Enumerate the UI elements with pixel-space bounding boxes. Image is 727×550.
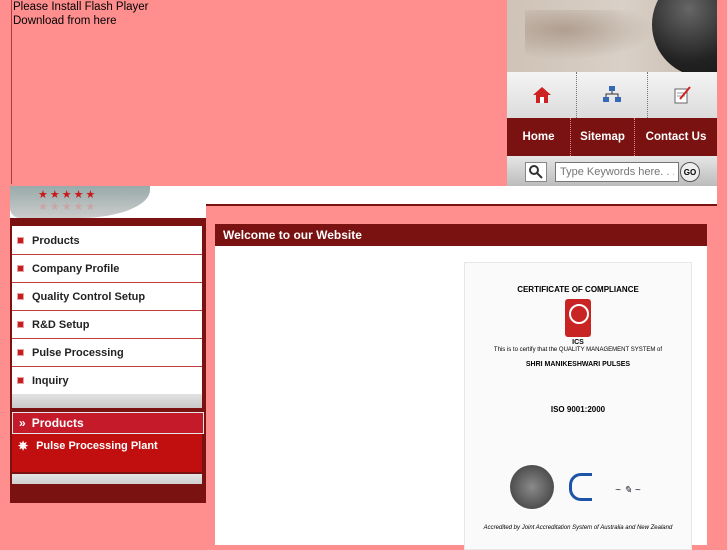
menu-item-inquiry[interactable]: Inquiry xyxy=(12,367,202,395)
go-button[interactable]: GO xyxy=(680,162,700,182)
flash-download-link[interactable]: Download from here xyxy=(12,14,508,28)
sitemap-icon[interactable] xyxy=(577,72,648,118)
stars-row-faded: ★★★★★ xyxy=(38,201,98,213)
flash-install-text: Please Install Flash Player xyxy=(13,1,149,13)
top-nav: Home Sitemap Contact Us xyxy=(507,118,717,156)
left-sidebar: ★★★★★ ★★★★★ Products Company Profile Qua… xyxy=(10,186,206,503)
seal-icon xyxy=(510,465,554,509)
globe-image xyxy=(652,0,717,72)
menu-item-rd-setup[interactable]: R&D Setup xyxy=(12,311,202,339)
search-input[interactable] xyxy=(555,162,679,182)
sparkle-icon: ✵ xyxy=(18,439,29,453)
stars-banner: ★★★★★ ★★★★★ xyxy=(10,186,206,218)
certificate-image: CERTIFICATE OF COMPLIANCE ICS This is to… xyxy=(464,262,692,550)
product-item-pulse-processing-plant[interactable]: ✵ Pulse Processing Plant xyxy=(12,434,202,458)
bullet-icon xyxy=(17,265,24,272)
menu-item-company-profile[interactable]: Company Profile xyxy=(12,255,202,283)
home-icon[interactable] xyxy=(507,72,578,118)
certificate-footer: Accredited by Joint Accreditation System… xyxy=(483,525,673,531)
divider-bar xyxy=(12,394,202,408)
bullet-icon xyxy=(17,237,24,244)
page-title: Welcome to our Website xyxy=(215,224,707,246)
header-right: Home Sitemap Contact Us GO xyxy=(507,0,717,186)
nav-home[interactable]: Home xyxy=(507,118,572,156)
bullet-icon xyxy=(17,293,24,300)
signature-icon: ~ ✎ ~ xyxy=(615,485,641,496)
certificate-sub: This is to certify that the QUALITY MANA… xyxy=(493,347,663,353)
bullet-icon xyxy=(17,321,24,328)
products-box-footer xyxy=(12,458,202,472)
certificate-company: SHRI MANIKESHWARI PULSES xyxy=(525,361,631,368)
main-content: Welcome to our Website CERTIFICATE OF CO… xyxy=(206,186,717,550)
search-bar: GO xyxy=(507,156,717,186)
content-top-bar xyxy=(206,186,717,206)
nav-contact-us[interactable]: Contact Us xyxy=(635,118,717,156)
ics-logo-text: ICS xyxy=(572,339,584,346)
nav-sitemap[interactable]: Sitemap xyxy=(571,118,636,156)
menu-item-products[interactable]: Products xyxy=(12,226,202,255)
certificate-heading: CERTIFICATE OF COMPLIANCE xyxy=(517,285,639,294)
side-menu: Products Company Profile Quality Control… xyxy=(12,226,202,395)
bullet-icon xyxy=(17,377,24,384)
welcome-panel: Welcome to our Website CERTIFICATE OF CO… xyxy=(215,224,707,550)
double-chevron-down-icon: » xyxy=(19,416,26,430)
nav-icons xyxy=(507,72,717,118)
menu-item-quality-control[interactable]: Quality Control Setup xyxy=(12,283,202,311)
search-icon xyxy=(525,162,547,182)
contact-icon[interactable] xyxy=(648,72,717,118)
ics-logo-icon xyxy=(565,299,591,337)
certificate-standard: ISO 9001:2000 xyxy=(550,405,606,414)
bullet-icon xyxy=(17,349,24,356)
flash-placeholder: Please Install Flash Player Download fro… xyxy=(11,0,508,184)
divider-bar-bottom xyxy=(12,474,202,484)
globe-banner xyxy=(507,0,717,72)
products-box-header: » Products xyxy=(12,412,204,434)
menu-item-pulse-processing[interactable]: Pulse Processing xyxy=(12,339,202,367)
accreditation-logo-icon xyxy=(569,473,592,501)
